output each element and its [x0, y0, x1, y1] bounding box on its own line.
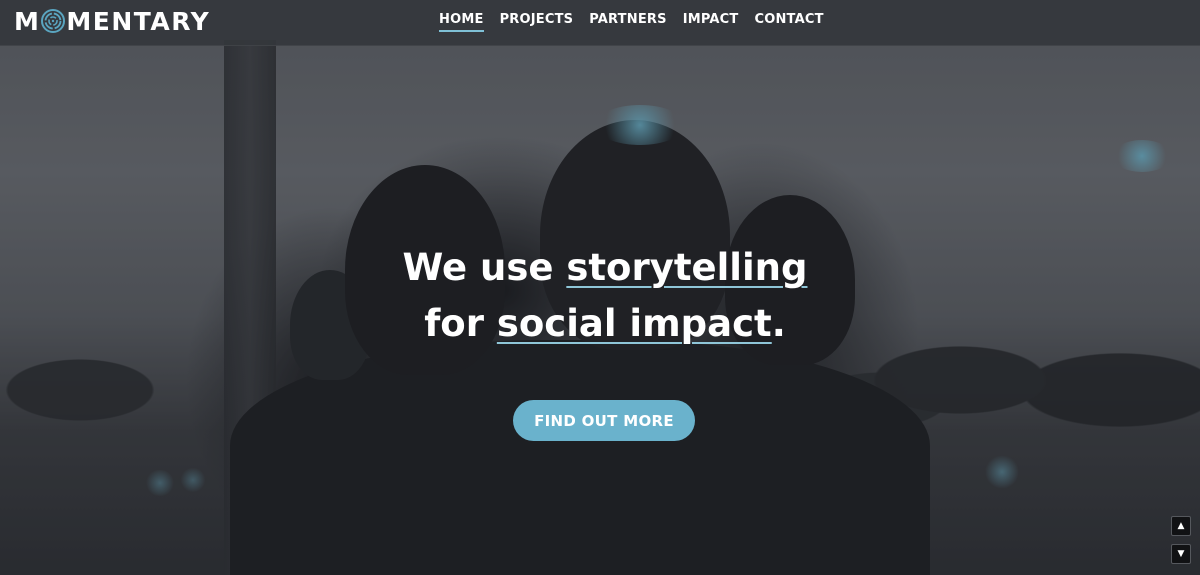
- scroll-up-button[interactable]: ▲: [1171, 516, 1191, 536]
- nav-partners[interactable]: PARTNERS: [589, 12, 666, 32]
- logo-fingerprint-icon: [41, 9, 66, 33]
- storytelling-link[interactable]: storytelling: [566, 246, 807, 289]
- nav-impact[interactable]: IMPACT: [683, 12, 739, 32]
- scroll-down-button[interactable]: ▼: [1171, 544, 1191, 564]
- arrow-up-icon: ▲: [1177, 521, 1185, 531]
- headline-line-2: for social impact.: [424, 302, 786, 345]
- social-impact-link[interactable]: social impact: [497, 302, 772, 345]
- logo-text-start: M: [14, 6, 41, 36]
- headline-text: We use: [402, 246, 567, 289]
- nav-home[interactable]: HOME: [439, 12, 484, 32]
- arrow-down-icon: ▼: [1177, 549, 1185, 559]
- nav-contact[interactable]: CONTACT: [754, 12, 823, 32]
- headline-period: .: [771, 302, 786, 345]
- nav-projects[interactable]: PROJECTS: [500, 12, 574, 32]
- main-nav: HOME PROJECTS PARTNERS IMPACT CONTACT: [439, 12, 824, 32]
- site-logo[interactable]: M MENTARY: [14, 6, 210, 36]
- top-navigation-bar: M MENTARY HOME PROJECTS PARTNERS IMPACT …: [0, 0, 1200, 46]
- logo-text-end: MENTARY: [66, 6, 211, 36]
- find-out-more-button[interactable]: FIND OUT MORE: [513, 400, 695, 441]
- headline-text: for: [424, 302, 497, 345]
- headline-line-1: We use storytelling: [403, 246, 808, 289]
- hero-headline: We use storytelling for social impact.: [300, 240, 910, 352]
